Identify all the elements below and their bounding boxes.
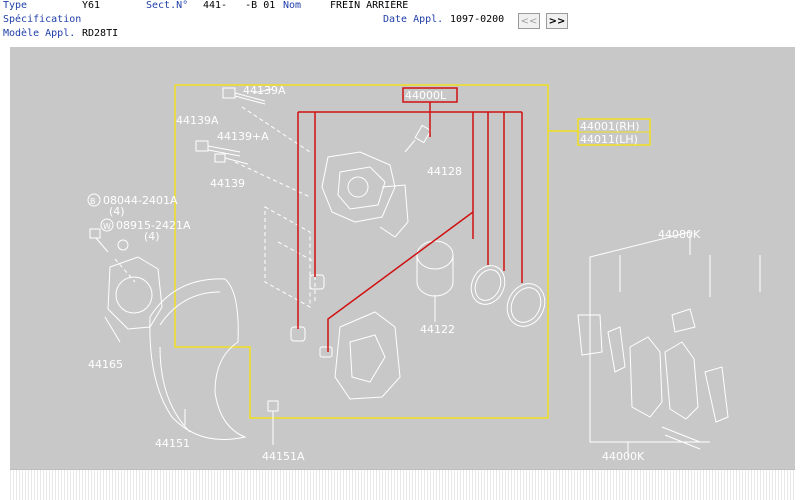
spec-label: Spécification (3, 14, 82, 25)
part-44000l[interactable]: 44000L (405, 89, 447, 102)
part-08915-prefix: W (103, 222, 111, 231)
part-44011[interactable]: 44011(LH) (580, 133, 638, 146)
next-button[interactable]: >> (546, 13, 568, 29)
highlight-leaders (297, 87, 523, 352)
part-44139[interactable]: 44139 (210, 177, 245, 190)
sect-value: 441- -B 01 (203, 0, 276, 11)
model-label: Modèle Appl. (3, 28, 76, 39)
part-44151a[interactable]: 44151A (262, 450, 305, 463)
part-labels: 44139A 44139A 44139+A 44139 B 08044-2401… (88, 84, 701, 463)
type-label: Type (3, 0, 28, 11)
part-08044-prefix: B (90, 197, 96, 206)
part-44128[interactable]: 44128 (427, 165, 462, 178)
model-value: RD28TI (82, 28, 119, 39)
prev-button[interactable]: << (518, 13, 540, 29)
horizontal-scrollbar[interactable] (10, 469, 795, 500)
part-08915-qty: (4) (144, 230, 160, 243)
part-44080k[interactable]: 44080K (658, 228, 701, 241)
diagram-linework (89, 84, 761, 457)
date-value: 1097-0200 (450, 14, 505, 25)
part-44151[interactable]: 44151 (155, 437, 190, 450)
header-panel: Type Y61 Sect.N° 441- -B 01 Nom FREIN AR… (0, 0, 800, 42)
part-44139a-left[interactable]: 44139A (176, 114, 219, 127)
sect-label: Sect.N° (146, 0, 189, 11)
date-label: Date Appl. (383, 14, 444, 25)
part-44000k[interactable]: 44000K (602, 450, 645, 463)
part-44139pa[interactable]: 44139+A (217, 130, 269, 143)
part-44001[interactable]: 44001(RH) (580, 120, 640, 133)
type-value: Y61 (82, 0, 101, 11)
part-44122[interactable]: 44122 (420, 323, 455, 336)
diagram-canvas: 44139A 44139A 44139+A 44139 B 08044-2401… (10, 47, 795, 469)
parts-diagram: 44139A 44139A 44139+A 44139 B 08044-2401… (87, 84, 761, 463)
part-44139a-top[interactable]: 44139A (243, 84, 286, 97)
part-44165[interactable]: 44165 (88, 358, 123, 371)
nom-value: FREIN ARRIÈRE (330, 0, 409, 11)
nom-label: Nom (283, 0, 302, 11)
part-08044-qty: (4) (109, 205, 125, 218)
